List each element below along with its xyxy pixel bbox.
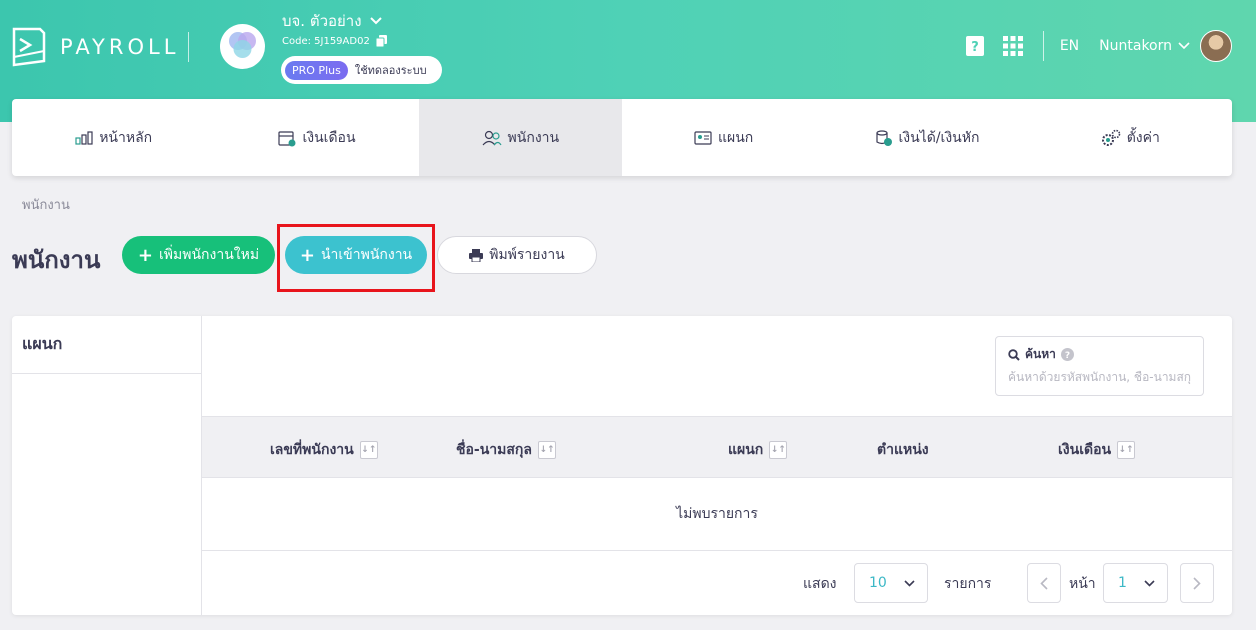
- page-label: หน้า: [1069, 576, 1096, 592]
- search-icon: [1008, 348, 1020, 361]
- department-sidebar: แผนก: [12, 316, 202, 615]
- breadcrumb[interactable]: พนักงาน: [22, 194, 70, 215]
- column-employee-id[interactable]: เลขที่พนักงาน ↓↑: [270, 439, 378, 461]
- header-divider-right: [1042, 31, 1044, 61]
- page-size-value: 10: [869, 575, 887, 591]
- company-logo[interactable]: [220, 24, 265, 69]
- header-actions: ? EN Nuntakorn: [949, 30, 1232, 62]
- chevron-down-icon: [1178, 42, 1190, 50]
- nav-label: ตั้งค่า: [1126, 129, 1160, 146]
- nav-item-home[interactable]: หน้าหลัก: [12, 99, 215, 176]
- id-card-icon: [694, 130, 712, 145]
- nav-label: เงินได้/เงินหัก: [898, 129, 980, 146]
- search-label: ค้นหา: [1025, 347, 1056, 361]
- app-logo[interactable]: PAYROLL: [12, 27, 179, 67]
- avatar[interactable]: [1200, 30, 1232, 62]
- chevron-right-icon: [1193, 576, 1201, 590]
- print-report-button[interactable]: พิมพ์รายงาน: [437, 236, 597, 274]
- column-label: แผนก: [728, 442, 764, 458]
- chevron-down-icon: [369, 17, 382, 25]
- table-header: เลขที่พนักงาน ↓↑ ชื่อ-นามสกุล ↓↑ แผนก ↓↑…: [202, 416, 1232, 478]
- help-book-icon[interactable]: ?: [963, 34, 987, 58]
- page-title: พนักงาน: [12, 246, 101, 274]
- users-icon: [482, 130, 502, 145]
- apps-grid-icon[interactable]: [1001, 34, 1025, 58]
- print-report-label: พิมพ์รายงาน: [489, 247, 565, 263]
- department-title: แผนก: [12, 316, 201, 374]
- sort-icon[interactable]: ↓↑: [359, 441, 378, 459]
- nav-item-salary[interactable]: เงินเดือน: [215, 99, 418, 176]
- chevron-down-icon: [1144, 579, 1155, 587]
- header-divider: [188, 32, 189, 62]
- gears-icon: [1101, 129, 1121, 146]
- prev-page-button[interactable]: [1027, 563, 1061, 603]
- help-icon[interactable]: ?: [1060, 348, 1074, 361]
- empty-state: ไม่พบรายการ: [202, 478, 1232, 551]
- items-label: รายการ: [944, 576, 992, 592]
- username: Nuntakorn: [1099, 38, 1172, 54]
- sort-icon[interactable]: ↓↑: [1117, 441, 1136, 459]
- import-employees-button[interactable]: + นำเข้าพนักงาน: [285, 236, 427, 274]
- coins-icon: [875, 129, 892, 146]
- printer-icon: [469, 248, 484, 262]
- nav-label: พนักงาน: [507, 129, 560, 146]
- nav-item-settings[interactable]: ตั้งค่า: [1029, 99, 1232, 176]
- trial-text: ใช้ทดลองระบบ: [354, 64, 427, 77]
- chevron-left-icon: [1040, 576, 1048, 590]
- main-nav: หน้าหลัก เงินเดือน พนักงาน แผนก เงินได้/…: [12, 99, 1232, 176]
- app-logo-text: PAYROLL: [60, 35, 180, 59]
- payroll-logo-icon: [12, 27, 46, 67]
- employee-panel: แผนก ค้นหา ? เลขที่พนักงาน ↓↑ ชื่อ-นามสก…: [12, 316, 1232, 615]
- pro-plus-badge: PRO Plus: [285, 60, 348, 80]
- company-name: บจ. ตัวอย่าง: [282, 12, 362, 30]
- pagination: แสดง 10 รายการ หน้า 1: [202, 551, 1232, 615]
- company-switcher[interactable]: บจ. ตัวอย่าง: [282, 9, 382, 33]
- plus-icon: +: [137, 244, 153, 266]
- user-menu[interactable]: Nuntakorn: [1099, 38, 1190, 54]
- nav-item-income-deductions[interactable]: เงินได้/เงินหัก: [825, 99, 1028, 176]
- nav-label: หน้าหลัก: [99, 129, 153, 146]
- svg-text:?: ?: [1065, 351, 1070, 361]
- copy-icon[interactable]: [375, 35, 387, 47]
- chevron-down-icon: [904, 579, 915, 587]
- company-code-text: Code: 5J159AD02: [282, 35, 370, 47]
- column-department[interactable]: แผนก ↓↑: [728, 439, 788, 461]
- nav-item-employees[interactable]: พนักงาน: [418, 99, 622, 176]
- calendar-icon: [278, 130, 296, 146]
- nav-label: เงินเดือน: [302, 129, 356, 146]
- column-label: เงินเดือน: [1058, 442, 1112, 458]
- nav-label: แผนก: [718, 129, 754, 146]
- bar-chart-icon: [75, 130, 93, 145]
- column-full-name[interactable]: ชื่อ-นามสกุล ↓↑: [456, 439, 556, 461]
- page-size-select[interactable]: 10: [854, 563, 928, 603]
- search-input[interactable]: [1008, 370, 1191, 384]
- svg-text:?: ?: [971, 40, 979, 55]
- import-employees-label: นำเข้าพนักงาน: [320, 247, 413, 263]
- search-label-row: ค้นหา ?: [1008, 345, 1191, 364]
- page-select[interactable]: 1: [1103, 563, 1168, 603]
- sort-icon[interactable]: ↓↑: [537, 441, 556, 459]
- plan-status[interactable]: PRO Plus ใช้ทดลองระบบ: [281, 56, 442, 84]
- next-page-button[interactable]: [1180, 563, 1214, 603]
- plus-icon: +: [299, 244, 315, 266]
- column-label: เลขที่พนักงาน: [270, 442, 354, 458]
- column-label: ตำแหน่ง: [877, 442, 929, 458]
- nav-item-departments[interactable]: แผนก: [622, 99, 825, 176]
- sort-icon[interactable]: ↓↑: [769, 441, 788, 459]
- add-employee-button[interactable]: + เพิ่มพนักงานใหม่: [122, 236, 275, 274]
- current-page: 1: [1118, 575, 1127, 591]
- column-position: ตำแหน่ง: [877, 439, 929, 461]
- column-label: ชื่อ-นามสกุล: [456, 442, 532, 458]
- column-salary[interactable]: เงินเดือน ↓↑: [1058, 439, 1136, 461]
- language-switch[interactable]: EN: [1060, 38, 1079, 54]
- company-code: Code: 5J159AD02: [282, 35, 387, 47]
- show-label: แสดง: [803, 576, 837, 592]
- search-box: ค้นหา ?: [995, 336, 1204, 396]
- add-employee-label: เพิ่มพนักงานใหม่: [159, 247, 260, 263]
